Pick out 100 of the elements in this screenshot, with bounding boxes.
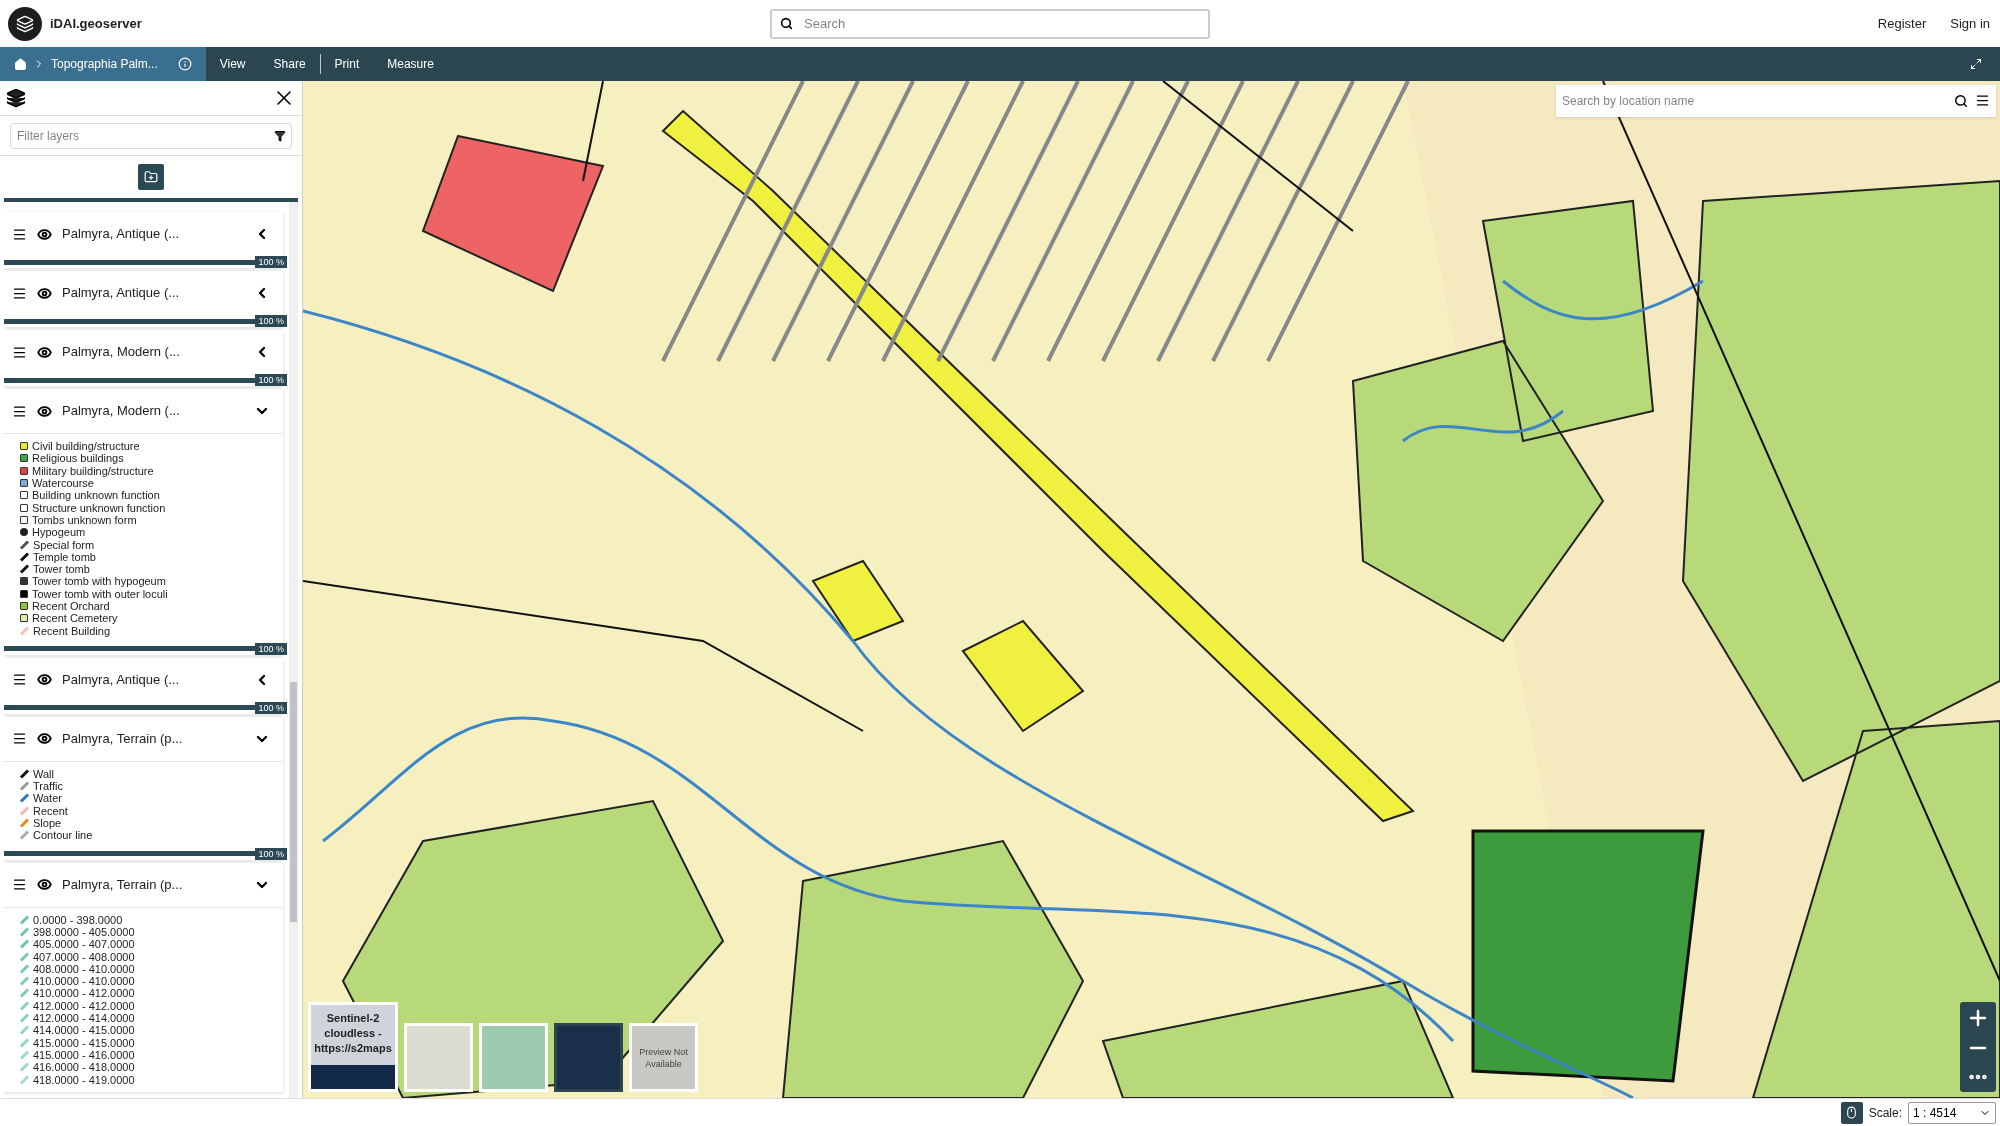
legend-label: Slope (33, 817, 62, 830)
visibility-eye-icon[interactable] (37, 344, 52, 360)
layer-name: Palmyra, Antique (... (62, 671, 181, 689)
search-icon (1954, 94, 1968, 108)
legend-label: 416.0000 - 418.0000 (33, 1061, 135, 1074)
drag-handle-icon[interactable] (12, 877, 27, 893)
legend-label: 414.0000 - 415.0000 (33, 1024, 135, 1037)
toolbar-menu-item[interactable]: View (205, 55, 260, 73)
legend-label: Tower tomb with outer loculi (32, 587, 168, 600)
layer-name: Palmyra, Terrain (p... (62, 730, 184, 748)
legend-label: 408.0000 - 410.0000 (33, 962, 135, 975)
legend-label: Temple tomb (33, 550, 96, 563)
legend-label: 410.0000 - 410.0000 (33, 975, 135, 988)
legend-label: Contour line (33, 829, 93, 842)
layer-name: Palmyra, Modern (... (62, 402, 181, 421)
visibility-eye-icon[interactable] (37, 403, 52, 419)
basemap-thumbnail[interactable]: Sentinel-2 cloudless - https://s2maps (308, 1002, 398, 1092)
mouse-button[interactable] (1840, 1101, 1863, 1124)
opacity-slider[interactable] (4, 377, 256, 383)
opacity-slider[interactable] (4, 646, 256, 652)
legend-label: Recent Orchard (32, 600, 110, 612)
legend-label: Recent Building (33, 624, 111, 637)
legend-label: Building unknown function (32, 489, 160, 502)
legend-label: Recent Cemetery (32, 612, 118, 625)
legend-label: Traffic (33, 780, 63, 793)
scale-label: Scale: (1868, 1104, 1902, 1122)
legend-label: Wall (33, 767, 54, 780)
visibility-eye-icon[interactable] (37, 877, 52, 893)
basemap-thumbnail[interactable]: Preview Not Available (629, 1023, 698, 1092)
header-link[interactable]: Sign in (1950, 13, 1990, 34)
legend-label: Tombs unknown form (32, 513, 137, 526)
legend-label: 405.0000 - 407.0000 (33, 938, 135, 951)
opacity-badge: 100 % (255, 256, 287, 268)
legend-label: 415.0000 - 416.0000 (33, 1048, 135, 1061)
legend-label: 412.0000 - 414.0000 (33, 1012, 135, 1025)
opacity-badge: 100 % (255, 701, 287, 714)
toolbar-menu-item[interactable]: Measure (373, 55, 448, 73)
visibility-eye-icon[interactable] (37, 672, 52, 688)
opacity-badge: 100 % (255, 374, 287, 386)
opacity-badge: 100 % (255, 642, 287, 655)
map-thumbnail[interactable] (554, 1023, 623, 1092)
map-drawing[interactable] (303, 81, 2000, 1098)
search-icon (780, 16, 793, 30)
legend-label: Structure unknown function (32, 501, 166, 514)
add-layer-button[interactable] (138, 164, 164, 190)
opacity-badge: 100 % (255, 847, 287, 860)
breadcrumb[interactable]: Topographia Palm... (0, 47, 206, 81)
opacity-slider[interactable] (4, 318, 256, 324)
legend-label: Water (33, 792, 62, 805)
header-link[interactable]: Register (1877, 13, 1927, 34)
legend-label: Recent (33, 804, 68, 817)
menu-icon[interactable] (1975, 93, 1990, 108)
opacity-slider[interactable] (4, 259, 256, 265)
scrollbar[interactable] (289, 202, 298, 1098)
drag-handle-icon[interactable] (12, 403, 27, 419)
layer-name: Palmyra, Antique (... (62, 225, 181, 244)
legend-label: Tower tomb with hypogeum (32, 575, 166, 588)
legend-label: Watercourse (32, 477, 94, 490)
opacity-slider[interactable] (4, 851, 256, 857)
layers-icon (6, 88, 26, 108)
legend-label: 410.0000 - 412.0000 (33, 987, 135, 1000)
legend-label: 418.0000 - 419.0000 (33, 1073, 135, 1086)
legend-label: Religious buildings (32, 452, 124, 465)
search-field[interactable]: Search (770, 8, 1210, 39)
info-icon (177, 57, 192, 71)
drag-handle-icon[interactable] (12, 731, 27, 747)
location-search-field[interactable]: Search by location name (1556, 85, 1996, 117)
drag-handle-icon[interactable] (12, 285, 27, 301)
visibility-eye-icon[interactable] (37, 226, 52, 242)
opacity-slider[interactable] (4, 705, 256, 711)
folder-plus-icon (144, 170, 158, 184)
layer-name: Palmyra, Antique (... (62, 284, 181, 303)
legend-label: 415.0000 - 415.0000 (33, 1036, 135, 1049)
visibility-eye-icon[interactable] (37, 285, 52, 301)
drag-handle-icon[interactable] (12, 344, 27, 360)
toolbar-menu-item[interactable]: Print (320, 55, 374, 73)
legend-label: Special form (33, 538, 95, 551)
brand-name[interactable]: iDAI.geoserver (50, 13, 770, 34)
fullscreen-icon[interactable] (1970, 58, 1982, 70)
layer-name: Palmyra, Terrain (p... (62, 875, 184, 894)
legend-label: Hypogeum (32, 526, 86, 539)
breadcrumb-title: Topographia Palm... (51, 56, 158, 73)
toolbar-menu-item[interactable]: Share (259, 55, 320, 73)
opacity-badge: 100 % (255, 315, 287, 327)
logo-icon[interactable] (8, 6, 42, 41)
legend-label: 398.0000 - 405.0000 (33, 925, 135, 938)
mouse-icon (1845, 1106, 1859, 1119)
legend-label: 407.0000 - 408.0000 (33, 950, 135, 963)
legend-label: 0.0000 - 398.0000 (33, 913, 123, 926)
drag-handle-icon[interactable] (12, 226, 27, 242)
legend-label: Military building/structure (32, 464, 154, 477)
visibility-eye-icon[interactable] (37, 731, 52, 747)
scale-select[interactable]: 1 : 4514 (1908, 1101, 1996, 1124)
drag-handle-icon[interactable] (12, 672, 27, 688)
legend-label: 412.0000 - 412.0000 (33, 999, 135, 1012)
preview-unavailable-text: Preview Not Available (638, 1045, 689, 1070)
basemap-title: Sentinel-2 cloudless - https://s2maps (313, 1011, 393, 1056)
filter-icon (274, 129, 286, 142)
legend-label: Civil building/structure (32, 440, 140, 453)
filter-field[interactable]: Filter layers (10, 122, 292, 149)
